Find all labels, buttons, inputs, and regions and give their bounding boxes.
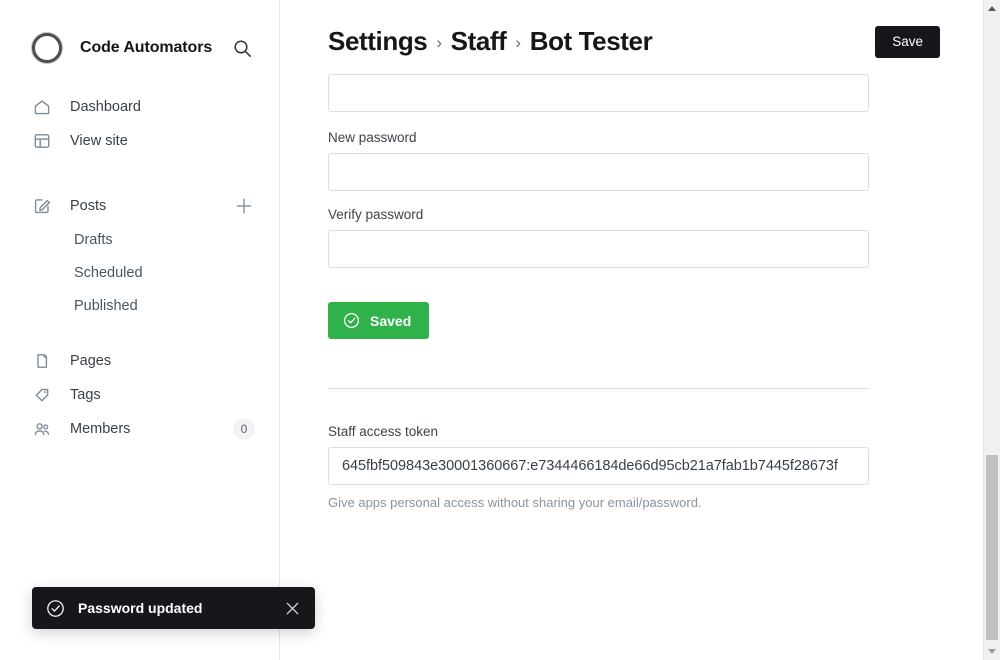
sidebar-item-label: View site [70, 133, 128, 149]
breadcrumb-item-current: Bot Tester [529, 26, 653, 56]
brand-row: Code Automators [0, 24, 279, 72]
staff-settings-form: New password Verify password Saved Staff… [280, 74, 1000, 510]
site-name: Code Automators [80, 39, 213, 56]
section-divider [328, 388, 869, 389]
sidebar-item-label: Tags [70, 387, 101, 403]
sidebar-item-label: Members [70, 421, 131, 437]
staff-access-token-hint: Give apps personal access without sharin… [328, 495, 702, 510]
tag-icon [32, 385, 52, 405]
breadcrumb-item-staff[interactable]: Staff [451, 26, 507, 57]
field-verify-password: Verify password [328, 207, 940, 268]
main-content: Settings › Staff › Bot Tester Save New p… [280, 0, 1000, 660]
close-icon[interactable] [281, 597, 303, 619]
sidebar-item-label: Published [74, 297, 138, 314]
triangle-up-icon [988, 6, 996, 11]
scroll-up-button[interactable] [984, 0, 1000, 17]
field-new-password: New password [328, 130, 940, 191]
sidebar-item-dashboard[interactable]: Dashboard [0, 90, 279, 124]
plus-icon[interactable] [233, 195, 255, 217]
book-icon [32, 351, 52, 371]
pencil-square-icon [32, 196, 52, 216]
people-icon [32, 419, 52, 439]
sidebar-item-drafts[interactable]: Drafts [0, 223, 279, 256]
breadcrumb: Settings › Staff › Bot Tester [328, 26, 653, 57]
sidebar-item-label: Pages [70, 353, 112, 369]
members-count-badge: 0 [233, 418, 255, 440]
sidebar-item-label: Posts [70, 198, 107, 214]
sidebar-item-tags[interactable]: Tags [0, 378, 279, 412]
field-spacer [328, 191, 940, 207]
circle-ring-logo-icon [32, 33, 62, 63]
staff-access-token-input[interactable] [328, 447, 869, 485]
breadcrumb-item-settings[interactable]: Settings [328, 26, 428, 57]
search-icon[interactable] [229, 35, 255, 61]
change-password-saved-button[interactable]: Saved [328, 302, 430, 339]
staff-access-token-label: Staff access token [328, 424, 439, 439]
sidebar-item-members[interactable]: Members 0 [0, 412, 279, 446]
toast-message: Password updated [78, 600, 203, 616]
check-circle-icon [343, 312, 360, 329]
search-glyph [233, 39, 251, 57]
old-password-input[interactable] [328, 74, 869, 112]
field-old-password [328, 74, 940, 112]
vertical-scrollbar[interactable] [983, 0, 1000, 660]
sidebar-item-posts[interactable]: Posts [0, 189, 279, 223]
home-icon [32, 97, 52, 117]
sidebar-item-label: Drafts [74, 231, 113, 248]
sidebar-item-label: Dashboard [70, 99, 141, 115]
check-circle-icon [46, 599, 65, 618]
sidebar-item-pages[interactable]: Pages [0, 344, 279, 378]
triangle-down-icon [988, 649, 996, 654]
breadcrumb-separator: › [436, 32, 442, 52]
layout-icon [32, 131, 52, 151]
sidebar-item-label: Scheduled [74, 264, 143, 281]
field-staff-access-token: Staff access token Give apps personal ac… [328, 424, 940, 510]
verify-password-input[interactable] [328, 230, 869, 268]
sidebar-item-scheduled[interactable]: Scheduled [0, 256, 279, 289]
scroll-down-button[interactable] [984, 643, 1000, 660]
sidebar-nav: Dashboard View site Posts Drafts Schedul… [0, 90, 279, 446]
page-header: Settings › Staff › Bot Tester Save [280, 0, 1000, 74]
save-button[interactable]: Save [875, 26, 940, 58]
saved-button-label: Saved [370, 312, 412, 329]
sidebar-item-published[interactable]: Published [0, 289, 279, 322]
verify-password-label: Verify password [328, 207, 424, 222]
field-spacer [328, 112, 940, 130]
breadcrumb-separator: › [515, 32, 521, 52]
new-password-input[interactable] [328, 153, 869, 191]
scrollbar-thumb[interactable] [986, 455, 998, 640]
sidebar-item-view-site[interactable]: View site [0, 124, 279, 158]
sidebar: Code Automators Dashboard View site Post… [0, 0, 315, 660]
toast-notification: Password updated [32, 587, 315, 629]
new-password-label: New password [328, 130, 417, 145]
app-window: Code Automators Dashboard View site Post… [0, 0, 1000, 660]
